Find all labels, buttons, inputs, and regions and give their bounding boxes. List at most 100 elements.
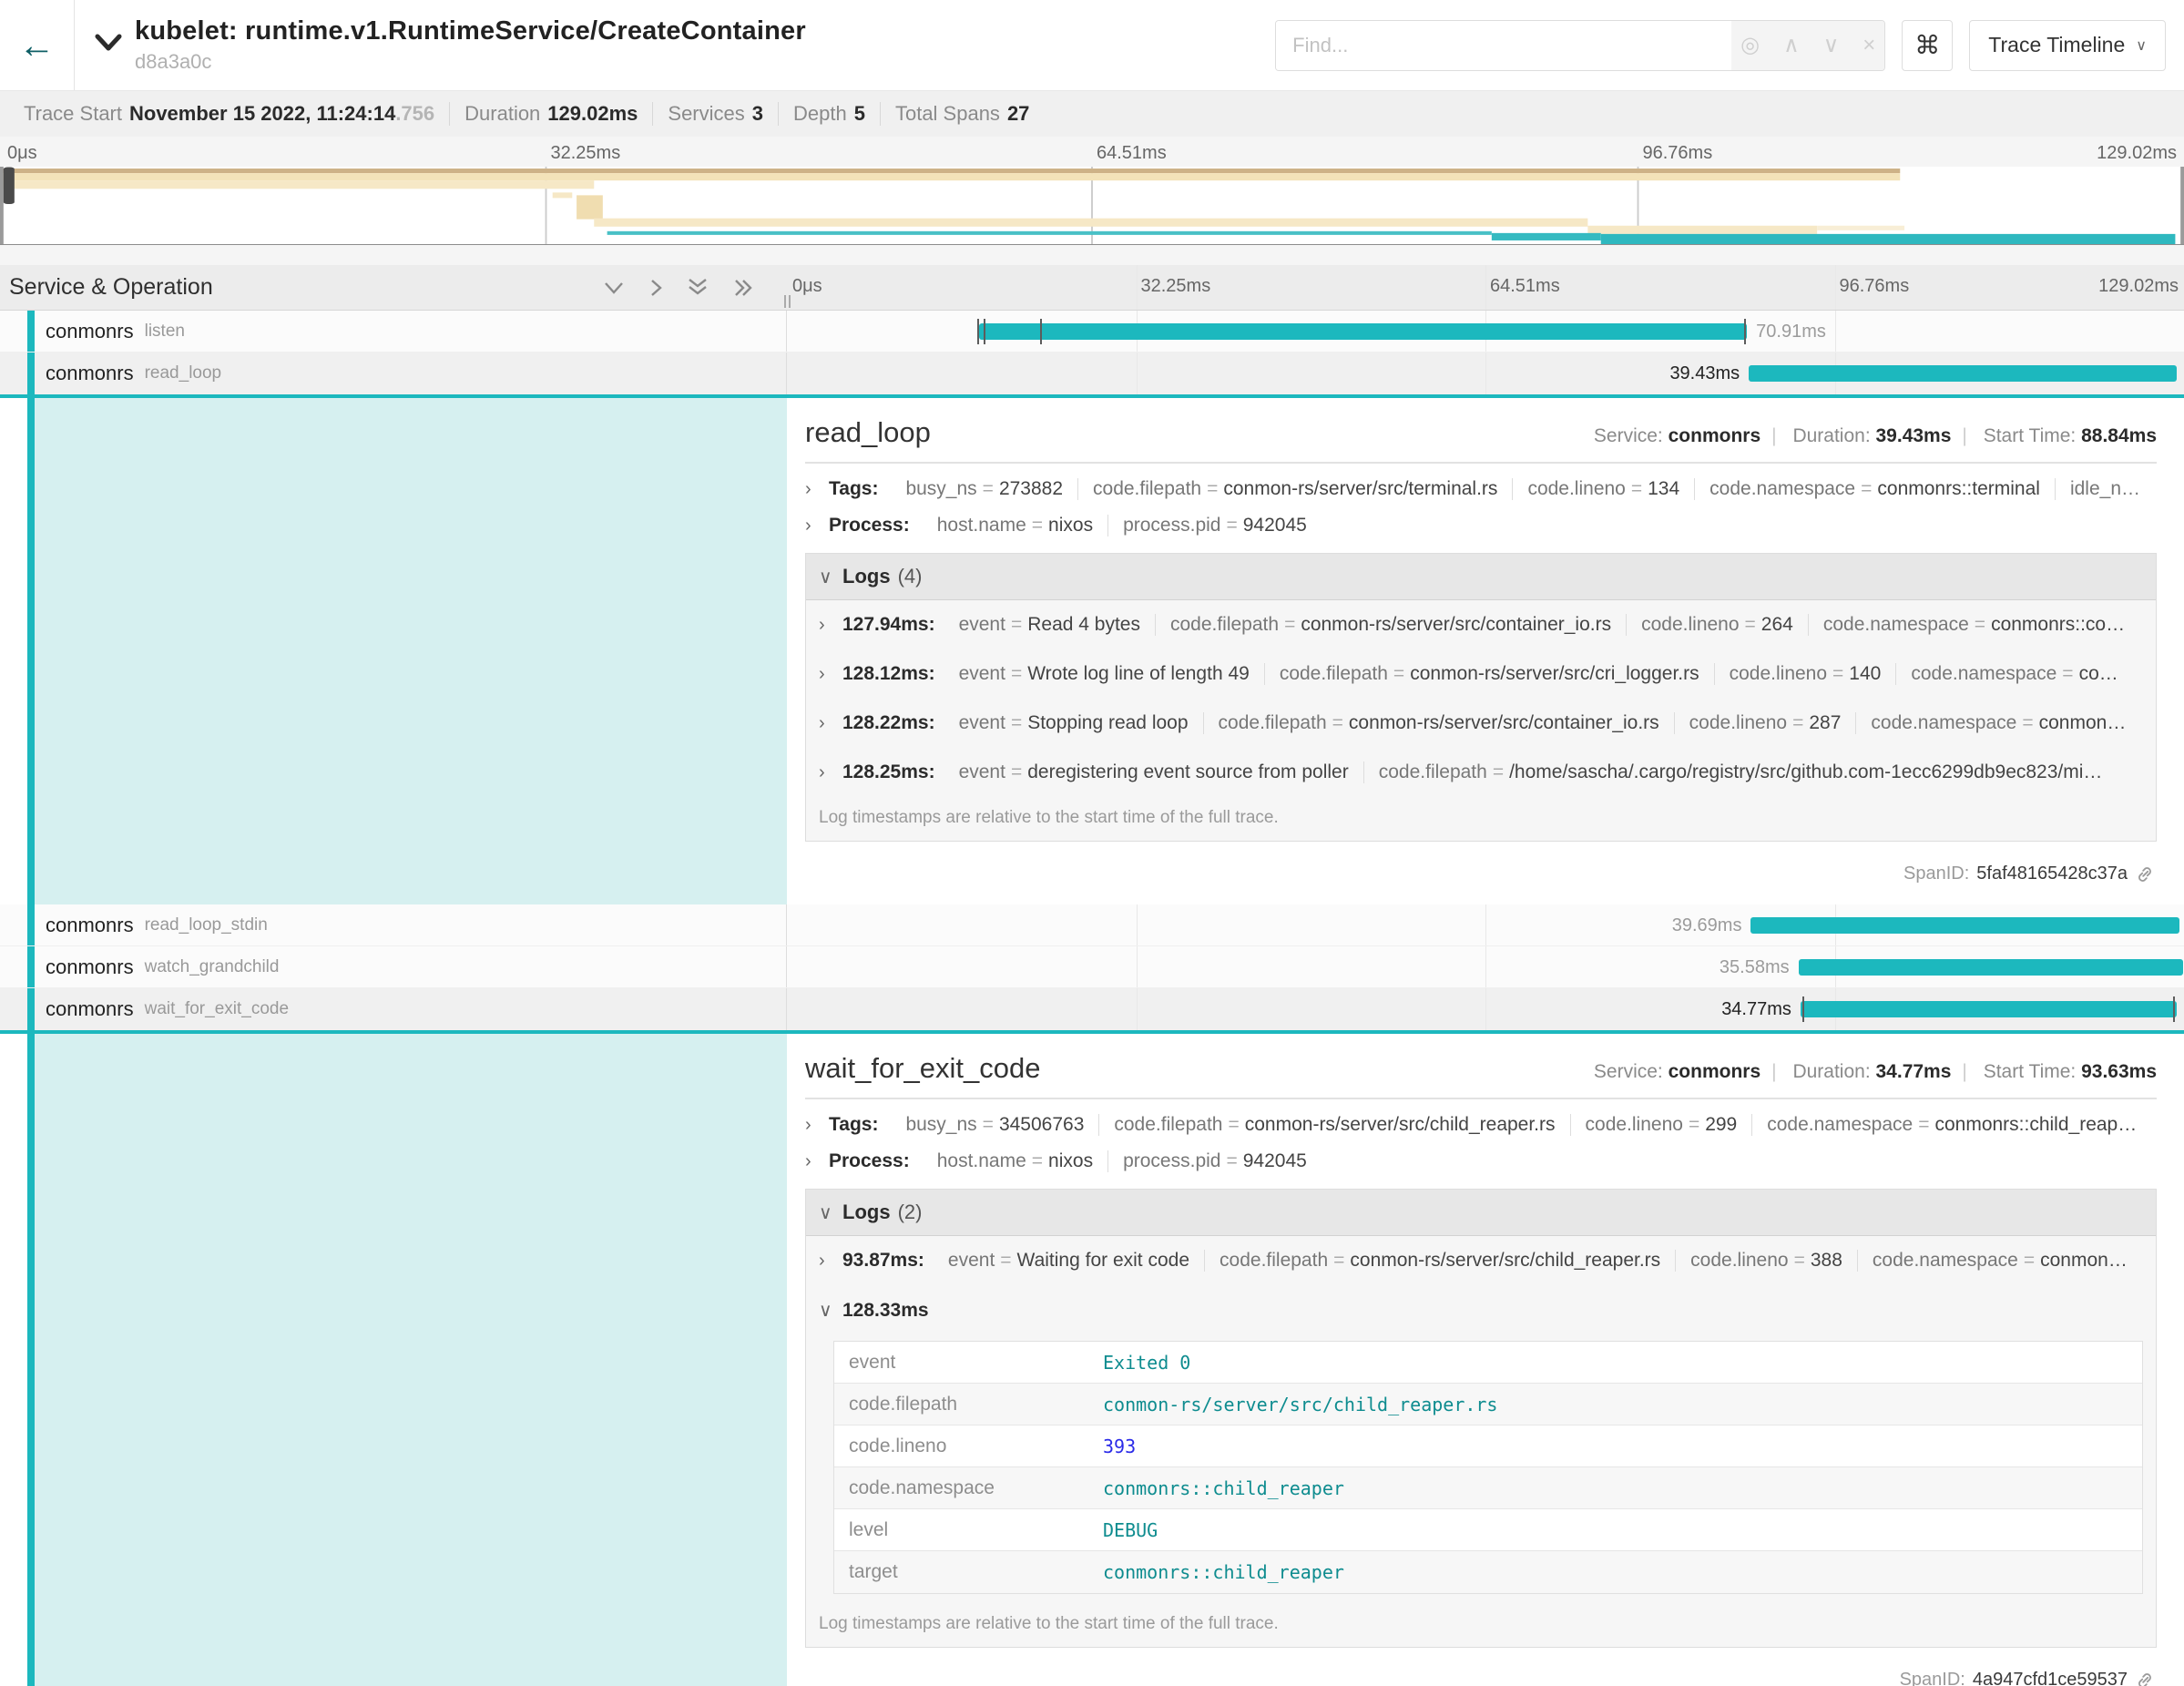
logs-header[interactable]: ∨ Logs(4) [806, 554, 2156, 600]
log-marker [977, 319, 979, 344]
span-service: conmonrs [46, 914, 134, 937]
log-entry-expanded[interactable]: ∨ 128.33ms [806, 1285, 2156, 1335]
process-row[interactable]: › Process: host.name=nixos process.pid=9… [805, 1150, 2157, 1172]
span-id-value: 5faf48165428c37a [1976, 863, 2128, 884]
trace-start: Trace StartNovember 15 2022, 11:24:14.75… [9, 102, 450, 126]
span-color-accent [27, 353, 35, 394]
trace-minimap[interactable] [0, 167, 2184, 245]
log-entry[interactable]: › 128.25ms: event=deregistering event so… [806, 748, 2156, 797]
service-operation-header: Service & Operation [9, 274, 213, 301]
span-name-cell[interactable]: conmonrs read_loop_stdin [0, 904, 787, 945]
log-fields-table: event Exited 0 code.filepath conmon-rs/s… [833, 1341, 2143, 1594]
span-duration-label: 34.77ms [1721, 999, 1791, 1020]
detail-meta: Service: conmonrs| Duration: 39.43ms| St… [1594, 425, 2157, 447]
chevron-right-icon: › [819, 762, 842, 783]
log-marker [984, 319, 985, 344]
table-row: code.lineno 393 [834, 1425, 2142, 1467]
trace-view-selector[interactable]: Trace Timeline ∨ [1969, 20, 2166, 71]
tags-row[interactable]: › Tags: busy_ns=273882 code.filepath=con… [805, 478, 2157, 500]
log-marker [1802, 996, 1804, 1022]
span-name-cell[interactable]: conmonrs listen [0, 311, 787, 352]
logs-footer-note: Log timestamps are relative to the start… [806, 797, 2156, 841]
collapse-all-icon[interactable] [687, 278, 709, 298]
logs-section: ∨ Logs(4) › 127.94ms: event=Read 4 bytes… [805, 553, 2157, 842]
expand-one-icon[interactable] [648, 278, 663, 298]
span-id-row: SpanID:4a947cfd1ce59537 [805, 1660, 2157, 1686]
expand-all-icon[interactable] [732, 278, 754, 298]
span-color-accent [27, 988, 35, 1030]
log-entry[interactable]: › 128.22ms: event=Stopping read loop cod… [806, 699, 2156, 748]
log-marker [2173, 996, 2175, 1022]
view-selector-label: Trace Timeline [1988, 33, 2125, 57]
logs-header[interactable]: ∨ Logs(2) [806, 1190, 2156, 1236]
span-timeline-cell[interactable]: 34.77ms [787, 988, 2184, 1030]
span-name-cell[interactable]: conmonrs watch_grandchild [0, 946, 787, 987]
span-bar[interactable] [1750, 917, 2179, 934]
span-row-read-loop-stdin: conmonrs read_loop_stdin 39.69ms [0, 904, 2184, 946]
span-detail-gutter [0, 1034, 787, 1686]
minimap-canvas [0, 167, 2184, 244]
span-operation: watch_grandchild [145, 957, 280, 977]
chevron-down-icon [95, 33, 122, 53]
span-timeline-cell[interactable]: 39.43ms [787, 353, 2184, 394]
trace-total-spans: Total Spans27 [881, 102, 1044, 126]
span-bar[interactable] [1799, 959, 2184, 976]
detail-operation-title: wait_for_exit_code [805, 1052, 1041, 1085]
keyboard-shortcuts-button[interactable]: ⌘ [1902, 20, 1953, 71]
span-duration-label: 70.91ms [1756, 322, 1826, 342]
back-arrow-icon: ← [19, 27, 56, 64]
find-scope-icon[interactable]: ◎ [1740, 32, 1760, 58]
tags-row[interactable]: › Tags: busy_ns=34506763 code.filepath=c… [805, 1114, 2157, 1136]
minimap-left-scrubber [4, 168, 15, 204]
trace-page-header: ← kubelet: runtime.v1.RuntimeService/Cre… [0, 0, 2184, 91]
link-icon[interactable] [2135, 864, 2155, 884]
log-entry[interactable]: › 93.87ms: event=Waiting for exit code c… [806, 1236, 2156, 1285]
logs-footer-note: Log timestamps are relative to the start… [806, 1603, 2156, 1647]
span-name-cell[interactable]: conmonrs read_loop [0, 353, 787, 394]
find-prev-icon[interactable]: ∧ [1783, 32, 1800, 58]
span-row-watch-grandchild: conmonrs watch_grandchild 35.58ms [0, 946, 2184, 988]
span-service: conmonrs [46, 320, 134, 343]
collapse-one-icon[interactable] [603, 281, 625, 295]
find-input[interactable] [1276, 21, 1731, 70]
chevron-right-icon: › [819, 664, 842, 685]
find-next-icon[interactable]: ∨ [1823, 32, 1840, 58]
log-marker [1744, 319, 1746, 344]
chevron-right-icon: › [805, 1151, 829, 1172]
span-bar[interactable] [1801, 1001, 2177, 1017]
process-row[interactable]: › Process: host.name=nixos process.pid=9… [805, 515, 2157, 536]
chevron-right-icon: › [819, 1251, 842, 1272]
span-timeline-cell[interactable]: 39.69ms [787, 904, 2184, 945]
span-bar[interactable] [1749, 365, 2176, 382]
table-row: code.namespace conmonrs::child_reaper [834, 1467, 2142, 1509]
back-button[interactable]: ← [0, 0, 75, 90]
table-row: level DEBUG [834, 1509, 2142, 1551]
span-name-cell[interactable]: conmonrs wait_for_exit_code [0, 988, 787, 1030]
chevron-right-icon: › [805, 479, 829, 500]
chevron-right-icon: › [805, 1115, 829, 1136]
minimap-gap [0, 245, 2184, 265]
span-operation: read_loop [145, 363, 222, 383]
span-id-value: 4a947cfd1ce59537 [1973, 1670, 2128, 1686]
detail-operation-title: read_loop [805, 416, 931, 449]
page-title: kubelet: runtime.v1.RuntimeService/Creat… [135, 16, 806, 46]
log-entry[interactable]: › 127.94ms: event=Read 4 bytes code.file… [806, 600, 2156, 649]
span-timeline-cell[interactable]: 70.91ms [787, 311, 2184, 352]
span-timeline-cell[interactable]: 35.58ms [787, 946, 2184, 987]
trace-duration: Duration129.02ms [450, 102, 653, 126]
timeline-column-header: Service & Operation 0μs 32.25ms 64.51ms … [0, 265, 2184, 311]
span-color-accent [27, 311, 35, 352]
log-marker [1040, 319, 1042, 344]
trace-collapse-chevron[interactable] [95, 33, 122, 57]
detail-meta: Service: conmonrs| Duration: 34.77ms| St… [1594, 1061, 2157, 1083]
link-icon[interactable] [2135, 1671, 2155, 1686]
timeline-ruler: 0μs 32.25ms 64.51ms 96.76ms 129.02ms [787, 265, 2184, 310]
log-entry[interactable]: › 128.12ms: event=Wrote log line of leng… [806, 649, 2156, 699]
chevron-down-icon: ∨ [819, 1201, 842, 1224]
chevron-right-icon: › [819, 713, 842, 734]
span-bar[interactable] [979, 323, 1747, 340]
span-color-accent [27, 904, 35, 945]
trace-id-short: d8a3a0c [135, 50, 806, 74]
chevron-down-icon: ∨ [819, 566, 842, 588]
find-clear-icon[interactable]: × [1863, 33, 1875, 58]
